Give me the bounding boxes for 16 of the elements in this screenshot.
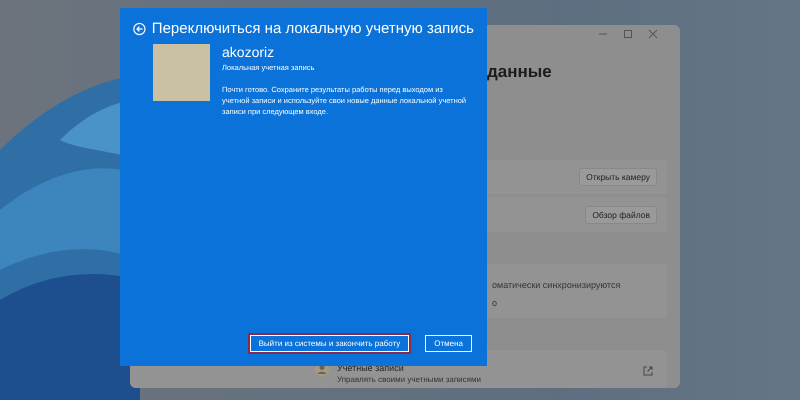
close-icon[interactable] bbox=[648, 29, 658, 39]
link-title[interactable]: Учетные записи bbox=[337, 362, 635, 373]
external-link-icon[interactable] bbox=[643, 366, 653, 376]
settings-button[interactable]: Открыть камеру bbox=[579, 168, 657, 186]
page-heading: данные bbox=[487, 62, 553, 82]
account-name: akozoriz bbox=[222, 44, 276, 60]
cancel-button[interactable]: Отмена bbox=[423, 333, 474, 354]
card-text: о bbox=[492, 298, 498, 308]
photo-placeholder bbox=[153, 44, 210, 101]
sign-out-button[interactable]: Выйти из системы и закончить работу bbox=[248, 333, 412, 354]
card-text: оматически синхронизируются bbox=[492, 280, 622, 290]
dialog-title: Переключиться на локальную учетную запись bbox=[152, 20, 474, 37]
maximize-icon[interactable] bbox=[623, 29, 633, 39]
back-icon[interactable] bbox=[133, 20, 146, 36]
settings-button[interactable]: Обзор файлов bbox=[585, 206, 657, 224]
link-subtitle: Управлять своими учетными записями bbox=[337, 374, 482, 384]
